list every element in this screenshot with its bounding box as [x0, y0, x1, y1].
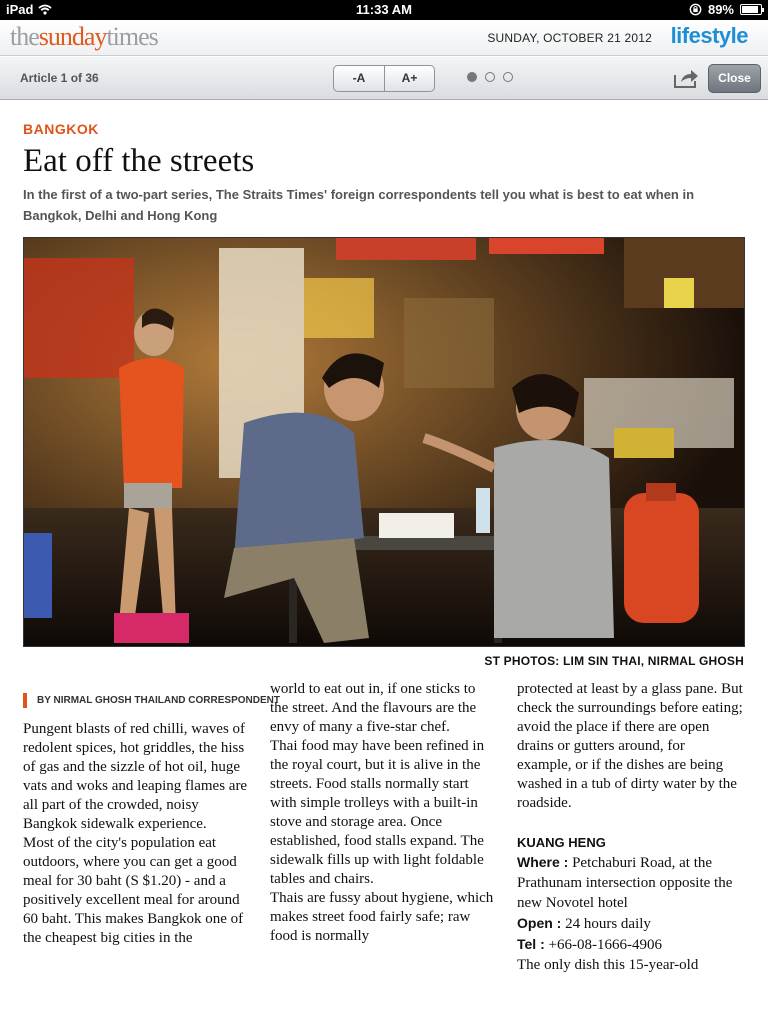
info-where: Where : Petchaburi Road, at the Prathuna… [517, 852, 743, 913]
section-title: lifestyle [670, 23, 749, 48]
page-indicator[interactable] [467, 72, 513, 82]
paragraph: protected at least by a glass pane. But … [517, 681, 743, 811]
status-time: 11:33 AM [356, 2, 412, 17]
status-bar: iPad 11:33 AM 89% [0, 0, 768, 20]
battery-percent: 89% [707, 2, 734, 17]
article-byline: BY NIRMAL GHOSH THAILAND CORRESPONDENT [23, 693, 280, 708]
info-open-label: Open : [517, 915, 562, 931]
paragraph: Thai food may have been refined in the r… [270, 738, 485, 887]
font-larger-button[interactable]: A+ [384, 66, 434, 91]
page-dot[interactable] [467, 72, 477, 82]
paragraph: Thais are fussy about hygiene, which mak… [270, 890, 494, 944]
battery-icon [740, 4, 764, 15]
status-right: 89% [689, 2, 764, 17]
masthead: thesundaytimes SUNDAY, OCTOBER 21 2012 l… [0, 20, 768, 56]
close-button[interactable]: Close [708, 64, 761, 93]
share-icon[interactable] [673, 67, 699, 89]
info-where-label: Where : [517, 854, 569, 870]
info-tel: Tel : +66-08-1666-4906 [517, 934, 743, 955]
paragraph: Most of the city's population eat outdoo… [23, 835, 244, 946]
article-standfirst: In the first of a two-part series, The S… [23, 187, 695, 223]
street-food-photo-illustration [24, 238, 744, 646]
logo-part-times: times [106, 22, 158, 51]
article-column-1: Pungent blasts of red chilli, waves of r… [23, 720, 249, 948]
font-smaller-button[interactable]: -A [334, 66, 384, 91]
paragraph: Pungent blasts of red chilli, waves of r… [23, 721, 248, 832]
article-column-2: world to eat out in, if one sticks to th… [270, 680, 496, 946]
rotation-lock-icon [689, 3, 702, 16]
info-open: Open : 24 hours daily [517, 913, 743, 934]
photo-caption: ST PHOTOS: LIM SIN THAI, NIRMAL GHOSH [484, 654, 744, 668]
street-food-photo[interactable] [23, 237, 745, 647]
issue-date: SUNDAY, OCTOBER 21 2012 [487, 31, 652, 45]
logo-part-sunday: sunday [38, 22, 108, 51]
info-tail: The only dish this 15-year-old [517, 957, 699, 973]
article-kicker: BANGKOK [23, 121, 99, 137]
article-column-3: protected at least by a glass pane. But … [517, 680, 743, 975]
page-dot[interactable] [485, 72, 495, 82]
info-box-title: KUANG HENG [517, 835, 606, 850]
newspaper-logo: thesundaytimes [10, 22, 159, 52]
article-counter: Article 1 of 36 [20, 71, 99, 85]
font-size-control: -A A+ [333, 65, 435, 92]
article-headline: Eat off the streets [23, 143, 255, 179]
logo-part-the: the [10, 22, 40, 51]
page-dot[interactable] [503, 72, 513, 82]
info-tel-label: Tel : [517, 936, 545, 952]
paragraph: world to eat out in, if one sticks to th… [270, 681, 477, 735]
info-tel-value: +66-08-1666-4906 [544, 937, 662, 953]
reader-toolbar: Article 1 of 36 -A A+ Close [0, 57, 768, 100]
info-open-value: 24 hours daily [561, 916, 651, 932]
